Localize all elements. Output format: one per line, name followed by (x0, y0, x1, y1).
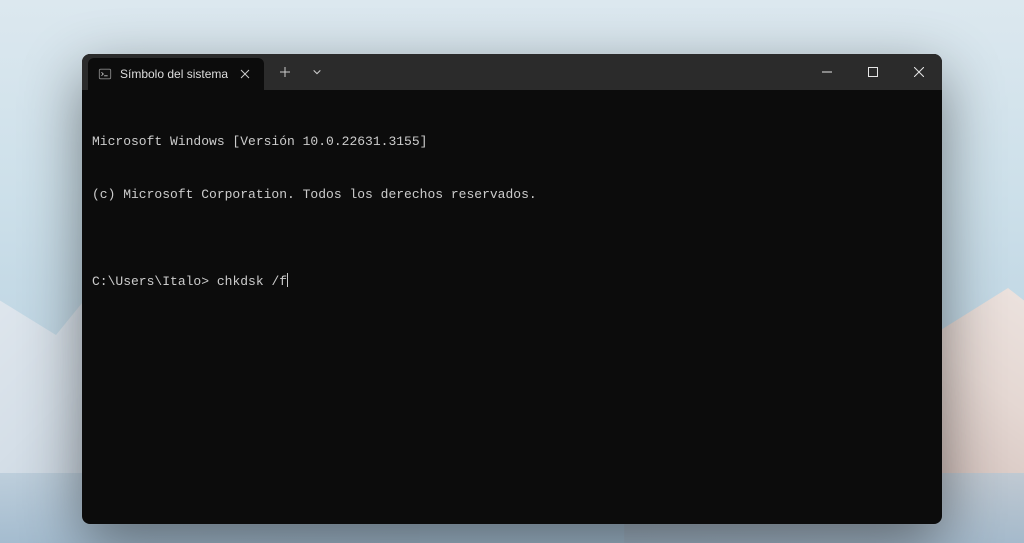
minimize-button[interactable] (804, 54, 850, 90)
titlebar[interactable]: Símbolo del sistema (82, 54, 942, 90)
new-tab-area (264, 54, 332, 90)
terminal-output[interactable]: Microsoft Windows [Versión 10.0.22631.31… (82, 90, 942, 524)
tab-title: Símbolo del sistema (120, 67, 228, 81)
tab-active[interactable]: Símbolo del sistema (88, 58, 264, 90)
terminal-prompt: C:\Users\Italo> (92, 273, 209, 291)
new-tab-button[interactable] (270, 58, 300, 86)
tabs-dropdown-button[interactable] (302, 58, 332, 86)
maximize-button[interactable] (850, 54, 896, 90)
terminal-prompt-line: C:\Users\Italo> chkdsk /f (92, 273, 932, 291)
cmd-icon (98, 67, 112, 81)
titlebar-drag-area[interactable] (332, 54, 804, 90)
tab-close-button[interactable] (236, 65, 254, 83)
tab-strip: Símbolo del sistema (82, 54, 264, 90)
close-button[interactable] (896, 54, 942, 90)
terminal-line: (c) Microsoft Corporation. Todos los der… (92, 186, 932, 204)
window-controls (804, 54, 942, 90)
terminal-cursor (287, 273, 288, 287)
terminal-window: Símbolo del sistema (82, 54, 942, 524)
terminal-line: Microsoft Windows [Versión 10.0.22631.31… (92, 133, 932, 151)
terminal-command: chkdsk /f (217, 273, 287, 291)
